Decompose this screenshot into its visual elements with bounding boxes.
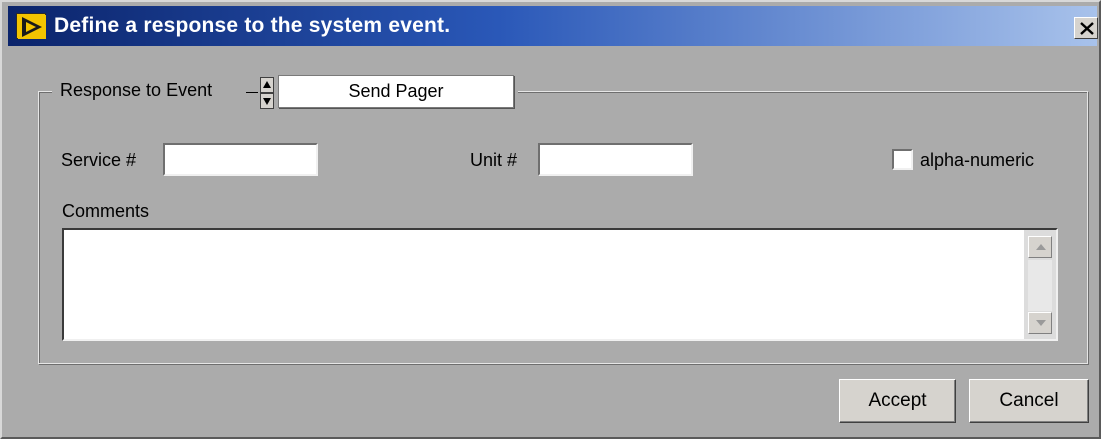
alpha-numeric-label: alpha-numeric — [920, 150, 1035, 170]
group-label-dash — [246, 92, 258, 93]
arrow-down-icon — [1036, 320, 1046, 326]
unit-number-input[interactable] — [538, 143, 693, 176]
alpha-numeric-checkbox[interactable] — [892, 149, 913, 170]
response-spinner[interactable] — [260, 77, 274, 109]
scroll-down-button[interactable] — [1028, 312, 1052, 334]
dialog-window: Define a response to the system event. R… — [0, 0, 1101, 439]
comments-scrollbar[interactable] — [1024, 230, 1056, 339]
comments-label: Comments — [62, 201, 150, 221]
service-label: Service # — [61, 150, 137, 170]
comments-textarea[interactable] — [64, 230, 1024, 339]
cancel-button[interactable]: Cancel — [969, 379, 1089, 423]
title-bar[interactable]: Define a response to the system event. — [8, 6, 1098, 46]
accept-button[interactable]: Accept — [839, 379, 956, 423]
service-number-input[interactable] — [163, 143, 318, 176]
window-title: Define a response to the system event. — [54, 14, 451, 37]
response-type-ring[interactable]: Send Pager — [278, 75, 514, 108]
scroll-track[interactable] — [1028, 260, 1052, 311]
close-button[interactable] — [1074, 17, 1098, 39]
response-group-label: Response to Event — [60, 80, 213, 100]
app-icon — [16, 13, 46, 39]
increment-decrement-icon — [260, 77, 274, 109]
unit-label: Unit # — [470, 150, 518, 170]
arrow-up-icon — [1036, 244, 1046, 250]
scroll-up-button[interactable] — [1028, 236, 1052, 258]
labview-vi-icon — [18, 15, 46, 39]
comments-box — [62, 228, 1058, 341]
close-icon — [1080, 22, 1094, 35]
